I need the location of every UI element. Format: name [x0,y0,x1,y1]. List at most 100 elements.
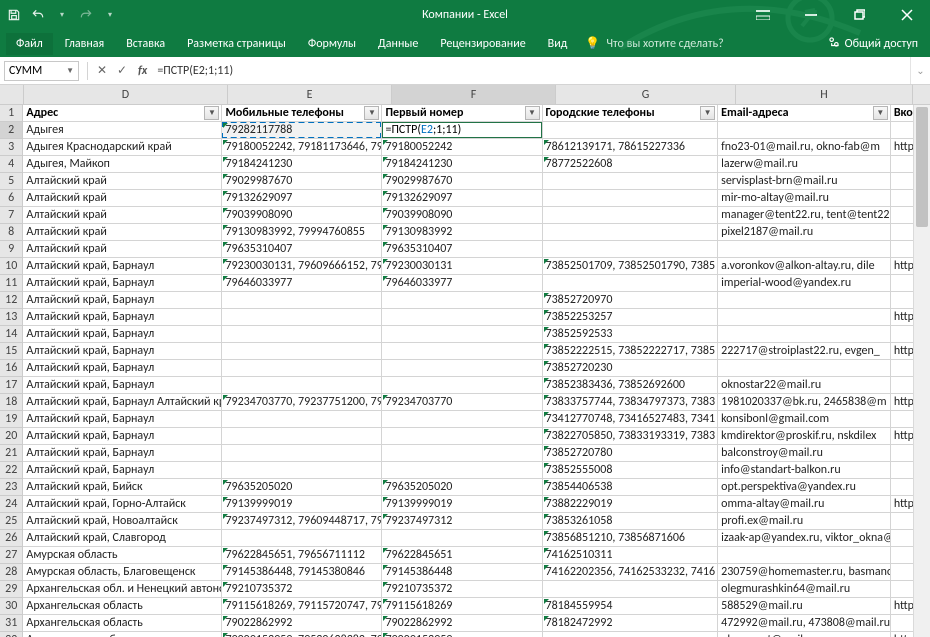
cell[interactable]: Адыгея Краснодарский край [23,139,222,156]
cell[interactable]: Алтайский край, Барнаул [23,445,222,462]
cell[interactable]: Алтайский край, Барнаул [23,309,222,326]
cell[interactable]: 79646033977 [382,275,542,292]
cell[interactable] [382,292,542,309]
cell[interactable]: Алтайский край, Барнаул [23,411,222,428]
cell[interactable]: 79115618269 [382,598,542,615]
share-button[interactable]: Общий доступ [821,35,924,53]
row-header[interactable]: 2 [0,122,23,139]
cell[interactable]: 74162202356, 74162533232, 7416 [543,564,719,581]
undo-icon[interactable] [30,7,46,23]
fx-icon[interactable]: fx [132,64,153,78]
cell[interactable] [222,309,382,326]
cell[interactable]: 79022862992 [222,615,382,632]
cell[interactable]: Алтайский край, Новоалтайск [23,513,222,530]
cell[interactable] [222,530,382,547]
cell[interactable]: 222717@stroiplast22.ru, evgen_ [718,343,891,360]
cell[interactable]: 79646033977 [222,275,382,292]
cell[interactable]: Алтайский край, Барнаул [23,377,222,394]
cell[interactable]: 79622845651 [382,547,542,564]
cell[interactable]: 79237497312, 79609448717, 7983 [222,513,382,530]
undo-dropdown-icon[interactable]: ▾ [54,7,70,23]
row-header[interactable]: 21 [0,445,23,462]
cell[interactable]: Алтайский край, Барнаул [23,292,222,309]
cell[interactable]: 79230030131, 79609666152, 7961 [222,258,382,275]
col-header-e[interactable]: E [228,85,392,104]
cell[interactable]: 79145386448, 79145380846 [222,564,382,581]
cell[interactable] [222,462,382,479]
row-header[interactable]: 20 [0,428,23,445]
cell[interactable] [222,445,382,462]
cell[interactable]: omma-altay@mail.ru [718,496,891,513]
cell[interactable]: 73412770748, 73416527483, 7341 [543,411,719,428]
expand-formula-bar-icon[interactable]: ⌄ [910,57,930,84]
cell[interactable]: 78612139171, 78615227336 [543,139,719,156]
cell[interactable] [543,581,719,598]
filter-button[interactable]: ▼ [204,106,219,120]
cell[interactable] [718,360,891,377]
cell[interactable]: servisplast-brn@mail.ru [718,173,891,190]
tab-home[interactable]: Главная [55,33,114,55]
cell[interactable] [382,411,542,428]
row-header[interactable]: 13 [0,309,23,326]
cell[interactable]: 79145386448 [382,564,542,581]
cell[interactable] [718,241,891,258]
name-box-dropdown-icon[interactable]: ▼ [66,66,74,76]
cell[interactable]: Email-адреса▼ [718,105,891,122]
filter-button[interactable]: ▼ [700,106,715,120]
cell[interactable]: Алтайский край [23,207,222,224]
row-header[interactable]: 1 [0,105,23,122]
cell[interactable]: 79635310407 [222,241,382,258]
cell[interactable]: 79184241230 [222,156,382,173]
row-header[interactable]: 27 [0,547,23,564]
select-all-corner[interactable] [0,85,24,104]
cell[interactable] [382,428,542,445]
name-box[interactable]: СУММ ▼ [4,61,79,81]
row-header[interactable]: 8 [0,224,23,241]
cell[interactable]: Алтайский край [23,224,222,241]
cell[interactable]: Алтайский край, Барнаул Алтайский кр [23,394,222,411]
cell[interactable]: pixel2187@mail.ru [718,224,891,241]
cell[interactable]: 73852720230 [543,360,719,377]
row-header[interactable]: 4 [0,156,23,173]
cell[interactable]: 73852501709, 73852501790, 7385 [543,258,719,275]
tab-insert[interactable]: Вставка [116,33,175,55]
row-header[interactable]: 15 [0,343,23,360]
cell[interactable]: manager@tent22.ru, tent@tent22.ru [718,207,891,224]
row-header[interactable]: 6 [0,190,23,207]
cell[interactable]: 79635310407 [382,241,542,258]
cell[interactable]: Архангельская область [23,615,222,632]
cell[interactable] [543,632,719,637]
cell[interactable]: 79234703770, 79237751200, 7929 [222,394,382,411]
restore-button[interactable] [836,0,882,30]
cell[interactable]: 73822705850, 73833193319, 7383 [543,428,719,445]
cell[interactable]: Алтайский край, Барнаул [23,258,222,275]
cell[interactable]: Алтайский край, Барнаул [23,360,222,377]
cell[interactable]: 79009153959, 79530628382, 7953 [222,632,382,637]
cell[interactable]: 79039908090 [222,207,382,224]
cell[interactable]: Первый номер▼ [382,105,542,122]
cell[interactable]: 1981020337@bk.ru, 2465838@m [718,394,891,411]
cell[interactable]: 472992@mail.ru, 473808@mail.ru [718,615,891,632]
row-header[interactable]: 23 [0,479,23,496]
cell[interactable]: 79237497312 [382,513,542,530]
minimize-button[interactable] [788,0,834,30]
worksheet-grid[interactable]: D E F G H 1Адрес▼Мобильные телефоны▼Перв… [0,85,930,637]
cell[interactable] [543,241,719,258]
cell[interactable]: 79635205020 [222,479,382,496]
filter-button[interactable]: ▼ [525,106,540,120]
cell[interactable]: 79130983992 [382,224,542,241]
cell[interactable]: izaak-ap@yandex.ru, viktor_okna@mai [718,530,891,547]
cell[interactable]: 78182472992 [543,615,719,632]
row-header[interactable]: 31 [0,615,23,632]
row-header[interactable]: 3 [0,139,23,156]
cell[interactable]: 79282117788 [222,122,382,139]
cell[interactable]: Алтайский край, Барнаул [23,275,222,292]
cell[interactable]: Архангельская область [23,598,222,615]
cell[interactable] [222,411,382,428]
cell[interactable]: Амурская область [23,547,222,564]
save-icon[interactable] [6,7,22,23]
row-header[interactable]: 11 [0,275,23,292]
redo-icon[interactable] [78,7,94,23]
cell[interactable]: Алтайский край, Славгород [23,530,222,547]
cell[interactable] [382,462,542,479]
